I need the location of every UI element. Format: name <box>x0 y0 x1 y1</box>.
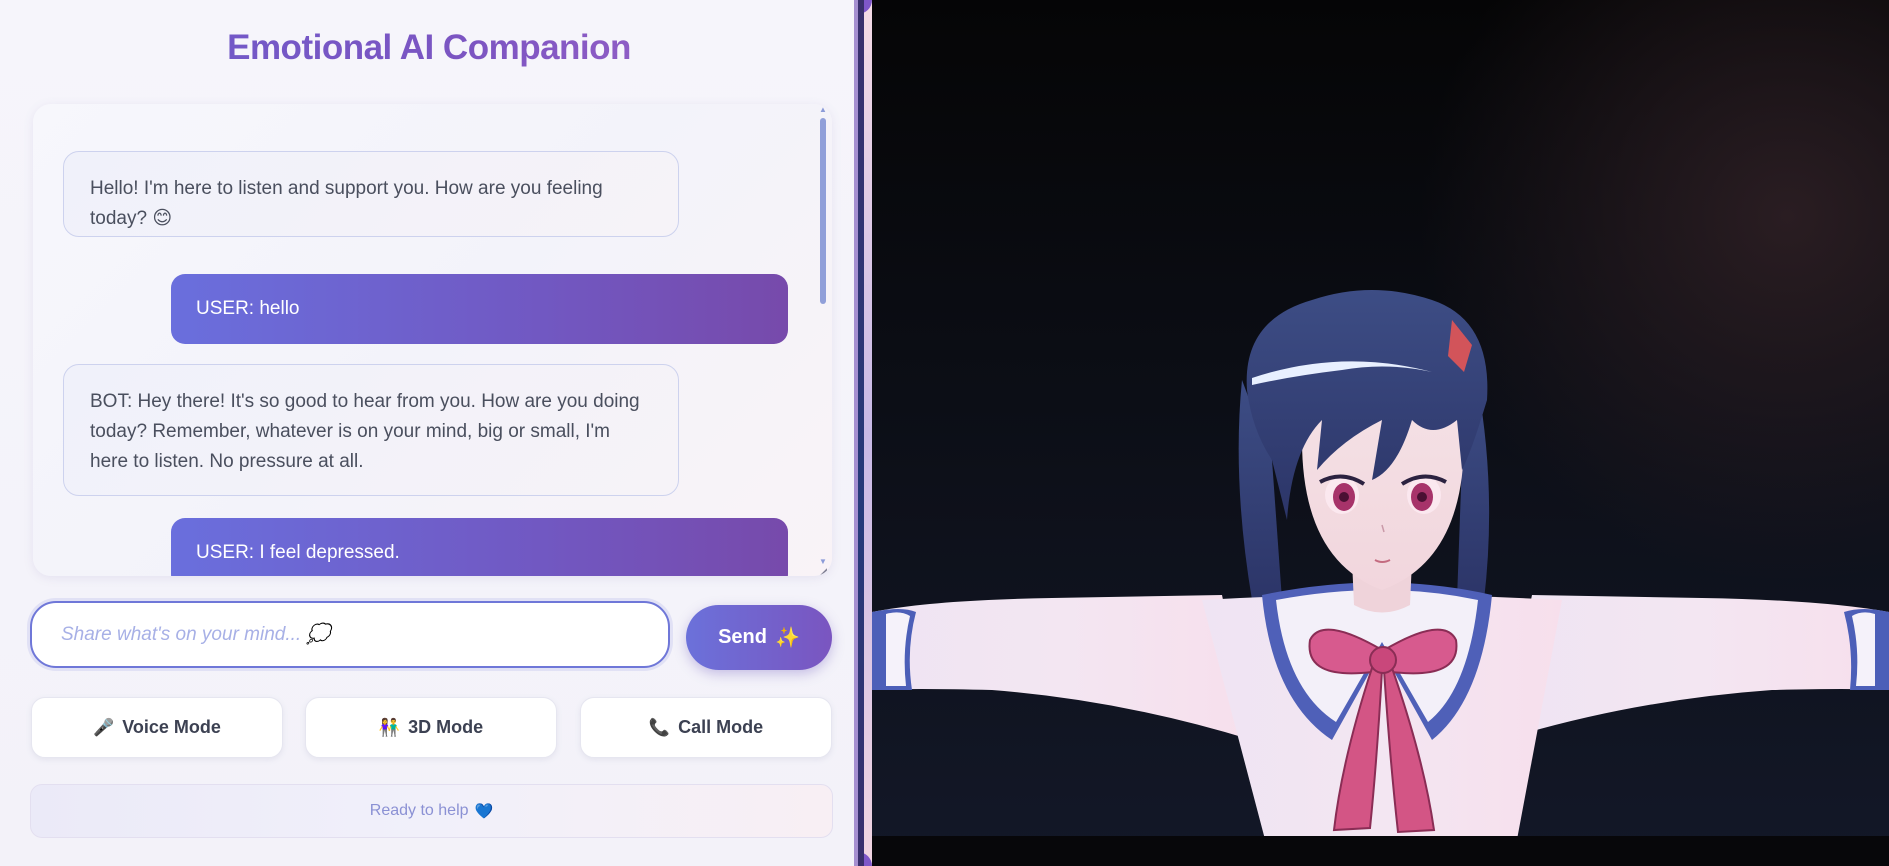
voice-mode-button[interactable]: 🎤 Voice Mode <box>31 697 283 758</box>
people-icon: 👫 <box>378 717 401 737</box>
voice-mode-label: Voice Mode <box>122 717 221 737</box>
chat-history[interactable]: Hello! I'm here to listen and support yo… <box>33 104 832 576</box>
call-mode-label: Call Mode <box>678 717 764 737</box>
bot-message-text: Hello! I'm here to listen and support yo… <box>90 178 603 229</box>
call-mode-button[interactable]: 📞 Call Mode <box>580 697 832 758</box>
avatar-left-pupil <box>1339 492 1349 502</box>
chat-panel: Emotional AI Companion Hello! I'm here t… <box>0 0 858 866</box>
scroll-up-arrow-icon[interactable]: ▲ <box>819 106 827 114</box>
panel-divider-shadow <box>858 0 864 866</box>
message-input[interactable] <box>32 603 668 666</box>
resize-grip-icon[interactable]: ◢ <box>820 566 830 576</box>
microphone-icon: 🎤 <box>93 717 115 737</box>
avatar-left-arm <box>872 595 1252 740</box>
3d-mode-label: 3D Mode <box>408 717 484 737</box>
user-message-text: USER: hello <box>196 298 300 319</box>
user-message: USER: I feel depressed. <box>171 518 788 576</box>
heart-icon: 💙 <box>474 803 494 820</box>
chat-scroll-area[interactable]: Hello! I'm here to listen and support yo… <box>33 104 813 576</box>
avatar-right-arm <box>1502 595 1889 740</box>
avatar-3d-model[interactable] <box>872 0 1889 866</box>
bot-message: Hello! I'm here to listen and support yo… <box>63 151 679 237</box>
bot-message: BOT: Hey there! It's so good to hear fro… <box>63 364 679 496</box>
avatar-bow-knot <box>1369 646 1397 674</box>
user-message-text: USER: I feel depressed. <box>196 542 400 563</box>
message-input-wrapper <box>30 601 670 668</box>
app-title: Emotional AI Companion <box>0 28 858 68</box>
status-bar: Ready to help 💙 <box>30 784 833 838</box>
status-text: Ready to help <box>369 802 469 819</box>
scrollbar-thumb[interactable] <box>820 118 826 304</box>
3d-mode-button[interactable]: 👫 3D Mode <box>305 697 557 758</box>
viewport-floor <box>872 836 1889 866</box>
scroll-down-arrow-icon[interactable]: ▼ <box>819 558 827 566</box>
sparkles-icon: ✨ <box>775 627 800 649</box>
bot-message-text: BOT: Hey there! It's so good to hear fro… <box>90 391 640 472</box>
send-button[interactable]: Send ✨ <box>686 605 832 670</box>
send-button-label: Send <box>718 626 767 648</box>
phone-icon: 📞 <box>648 717 671 737</box>
avatar-3d-viewport[interactable] <box>872 0 1889 866</box>
user-message: USER: hello <box>171 274 788 344</box>
chat-scrollbar[interactable]: ▲ ▼ <box>816 104 830 576</box>
avatar-right-pupil <box>1417 492 1427 502</box>
